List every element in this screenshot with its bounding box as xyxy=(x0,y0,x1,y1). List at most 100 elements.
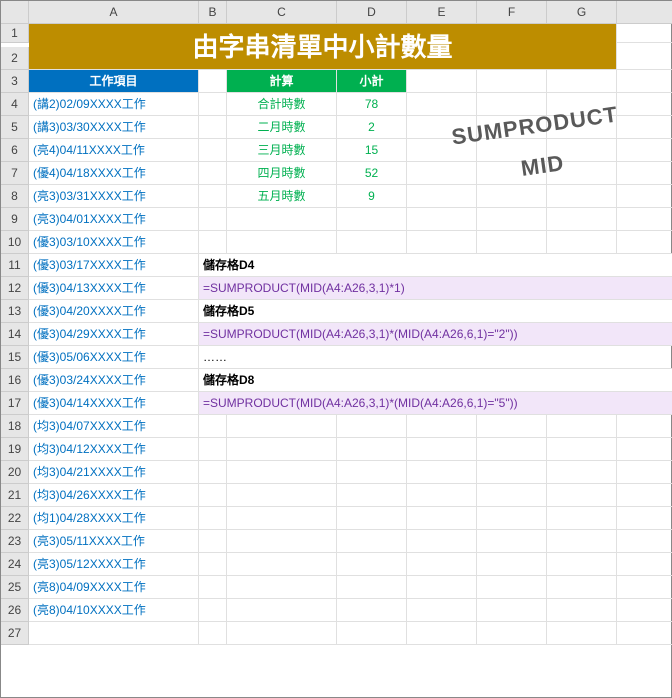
cell[interactable] xyxy=(337,553,407,576)
cell[interactable] xyxy=(199,116,227,139)
cell[interactable] xyxy=(617,553,672,576)
cell[interactable] xyxy=(227,599,337,622)
item-cell[interactable]: (均1)04/28XXXX工作 xyxy=(29,507,199,530)
header-work[interactable]: 工作項目 xyxy=(29,70,199,93)
cell[interactable] xyxy=(199,438,227,461)
cell[interactable] xyxy=(547,530,617,553)
item-cell[interactable]: (亮3)05/11XXXX工作 xyxy=(29,530,199,553)
row-header-20[interactable]: 20 xyxy=(1,461,29,484)
calc-label[interactable]: 五月時數 xyxy=(227,185,337,208)
cell[interactable] xyxy=(337,599,407,622)
cell[interactable] xyxy=(227,530,337,553)
item-cell[interactable]: (優3)04/14XXXX工作 xyxy=(29,392,199,415)
item-cell[interactable]: (講2)02/09XXXX工作 xyxy=(29,93,199,116)
row-header-19[interactable]: 19 xyxy=(1,438,29,461)
row-header-21[interactable]: 21 xyxy=(1,484,29,507)
cell[interactable] xyxy=(477,208,547,231)
cell[interactable] xyxy=(547,622,617,645)
cell[interactable] xyxy=(617,116,672,139)
item-cell[interactable]: (優3)04/29XXXX工作 xyxy=(29,323,199,346)
calc-val[interactable]: 2 xyxy=(337,116,407,139)
calc-val[interactable]: 15 xyxy=(337,139,407,162)
cell[interactable] xyxy=(227,438,337,461)
cell[interactable] xyxy=(617,461,672,484)
cell[interactable] xyxy=(407,231,477,254)
col-header-B[interactable]: B xyxy=(199,1,227,24)
row-header-5[interactable]: 5 xyxy=(1,116,29,139)
formula-1[interactable]: =SUMPRODUCT(MID(A4:A26,3,1)*1) xyxy=(199,277,672,300)
label-d5[interactable]: 儲存格D5 xyxy=(199,300,672,323)
row-header-25[interactable]: 25 xyxy=(1,576,29,599)
cell[interactable] xyxy=(477,231,547,254)
calc-label[interactable]: 四月時數 xyxy=(227,162,337,185)
item-cell[interactable]: (均3)04/26XXXX工作 xyxy=(29,484,199,507)
cell[interactable] xyxy=(617,530,672,553)
col-header-C[interactable]: C xyxy=(227,1,337,24)
cell[interactable] xyxy=(407,530,477,553)
cell[interactable] xyxy=(337,231,407,254)
calc-val[interactable]: 52 xyxy=(337,162,407,185)
cell[interactable] xyxy=(617,576,672,599)
item-cell[interactable]: (優3)05/06XXXX工作 xyxy=(29,346,199,369)
cell[interactable] xyxy=(477,530,547,553)
label-d8[interactable]: 儲存格D8 xyxy=(199,369,672,392)
col-header-A[interactable]: A xyxy=(29,1,199,24)
cell[interactable] xyxy=(199,553,227,576)
cell[interactable] xyxy=(407,576,477,599)
cell[interactable] xyxy=(337,576,407,599)
row-header-22[interactable]: 22 xyxy=(1,507,29,530)
cell[interactable] xyxy=(617,231,672,254)
title-cell[interactable]: 由字串清單中小計數量 xyxy=(29,24,617,70)
col-header-E[interactable]: E xyxy=(407,1,477,24)
cell[interactable] xyxy=(199,231,227,254)
item-cell[interactable]: (亮3)03/31XXXX工作 xyxy=(29,185,199,208)
cell[interactable] xyxy=(199,70,227,93)
cell[interactable] xyxy=(547,185,617,208)
cell[interactable] xyxy=(199,599,227,622)
row-header-13[interactable]: 13 xyxy=(1,300,29,323)
item-cell[interactable]: (亮4)04/11XXXX工作 xyxy=(29,139,199,162)
cell[interactable] xyxy=(547,484,617,507)
cell[interactable] xyxy=(477,553,547,576)
cell[interactable] xyxy=(617,484,672,507)
cell[interactable] xyxy=(337,461,407,484)
cell[interactable] xyxy=(477,185,547,208)
formula-2[interactable]: =SUMPRODUCT(MID(A4:A26,3,1)*(MID(A4:A26,… xyxy=(199,323,672,346)
cell[interactable] xyxy=(477,70,547,93)
calc-label[interactable]: 三月時數 xyxy=(227,139,337,162)
cell[interactable] xyxy=(337,415,407,438)
header-calc[interactable]: 計算 xyxy=(227,70,337,93)
row-header-26[interactable]: 26 xyxy=(1,599,29,622)
cell[interactable] xyxy=(617,70,672,93)
cell[interactable] xyxy=(547,461,617,484)
row-header-6[interactable]: 6 xyxy=(1,139,29,162)
row-header-17[interactable]: 17 xyxy=(1,392,29,415)
cell[interactable] xyxy=(227,415,337,438)
cell[interactable] xyxy=(407,70,477,93)
cell[interactable] xyxy=(617,185,672,208)
cell[interactable] xyxy=(199,208,227,231)
cell[interactable] xyxy=(227,484,337,507)
item-cell[interactable]: (亮8)04/10XXXX工作 xyxy=(29,599,199,622)
item-cell[interactable]: (優3)03/17XXXX工作 xyxy=(29,254,199,277)
row-header-11[interactable]: 11 xyxy=(1,254,29,277)
calc-label[interactable]: 合計時數 xyxy=(227,93,337,116)
cell[interactable] xyxy=(227,622,337,645)
cell[interactable] xyxy=(227,553,337,576)
row-header-9[interactable]: 9 xyxy=(1,208,29,231)
row-header-4[interactable]: 4 xyxy=(1,93,29,116)
row-header-18[interactable]: 18 xyxy=(1,415,29,438)
row-header-24[interactable]: 24 xyxy=(1,553,29,576)
cell[interactable] xyxy=(617,599,672,622)
cell[interactable] xyxy=(199,93,227,116)
row-header-27[interactable]: 27 xyxy=(1,622,29,645)
item-cell[interactable]: (優3)04/13XXXX工作 xyxy=(29,277,199,300)
dots[interactable]: …… xyxy=(199,346,672,369)
row-header-3[interactable]: 3 xyxy=(1,70,29,93)
row-header-12[interactable]: 12 xyxy=(1,277,29,300)
select-all-corner[interactable] xyxy=(1,1,29,24)
item-cell[interactable]: (亮3)05/12XXXX工作 xyxy=(29,553,199,576)
cell[interactable] xyxy=(547,599,617,622)
cell[interactable] xyxy=(337,208,407,231)
cell[interactable] xyxy=(199,162,227,185)
